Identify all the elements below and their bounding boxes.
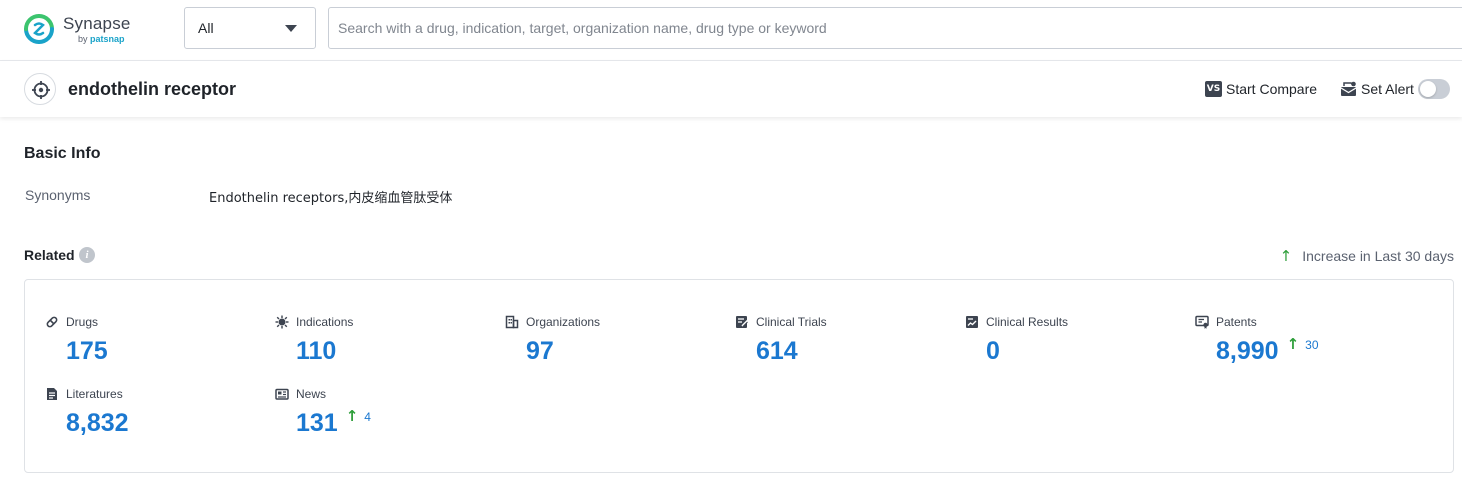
info-icon[interactable]: i: [79, 247, 95, 263]
patent-icon: [1195, 315, 1209, 329]
stat-patents-header[interactable]: Patents: [1195, 314, 1319, 330]
stat-patents: Patents 8,990 ↑ 30: [1195, 314, 1319, 366]
top-bar: Synapse by patsnap All: [0, 0, 1462, 61]
synonyms-label: Synonyms: [25, 187, 90, 203]
stat-news-value[interactable]: 131: [296, 408, 338, 438]
stat-organizations: Organizations 97: [505, 314, 600, 366]
stat-clinical-results-header[interactable]: Clinical Results: [965, 314, 1068, 330]
stat-drugs: Drugs 175: [45, 314, 108, 366]
stat-value-row: 0: [986, 336, 1068, 366]
stat-clinical-trials-header[interactable]: Clinical Trials: [735, 314, 827, 330]
stat-organizations-value[interactable]: 97: [526, 336, 554, 366]
search-type-value: All: [198, 20, 214, 36]
search-input[interactable]: [338, 8, 1438, 48]
clinical-trial-icon: [735, 315, 749, 329]
stat-label: Literatures: [66, 387, 123, 401]
stat-label: Clinical Trials: [756, 315, 827, 329]
alert-mail-icon: [1340, 81, 1357, 97]
stat-value-row: 8,832: [66, 408, 129, 438]
stat-drugs-value[interactable]: 175: [66, 336, 108, 366]
stat-indications-value[interactable]: 110: [296, 336, 336, 366]
title-bar: endothelin receptor VS Start Compare Set…: [0, 61, 1462, 117]
synonyms-value: Endothelin receptors,内皮缩血管肽受体: [209, 187, 452, 206]
search-type-select[interactable]: All: [184, 7, 316, 49]
virus-icon: [275, 315, 289, 329]
basic-info-heading: Basic Info: [24, 145, 100, 163]
stat-news: News 131 ↑ 4: [275, 386, 371, 438]
start-compare-label: Start Compare: [1226, 81, 1317, 97]
stat-literatures-value[interactable]: 8,832: [66, 408, 129, 438]
target-badge: [24, 73, 56, 105]
stat-label: Drugs: [66, 315, 98, 329]
crosshair-icon: [31, 80, 51, 100]
stat-patents-increase[interactable]: 30: [1305, 336, 1318, 354]
set-alert-label: Set Alert: [1361, 81, 1414, 97]
stat-value-row: 614: [756, 336, 827, 366]
stat-label: Organizations: [526, 315, 600, 329]
building-icon: [505, 315, 519, 329]
related-heading: Related: [24, 247, 75, 263]
start-compare-button[interactable]: VS Start Compare: [1205, 79, 1317, 99]
stat-value-row: 8,990 ↑ 30: [1216, 336, 1319, 366]
increase-arrow-icon: ↑: [1287, 335, 1300, 353]
clinical-result-icon: [965, 315, 979, 329]
stat-patents-value[interactable]: 8,990: [1216, 336, 1279, 366]
increase-arrow-icon: ↑: [1280, 247, 1293, 265]
brand-by-name: patsnap: [90, 34, 125, 44]
synapse-logo-icon: [23, 13, 55, 45]
search-box: [328, 7, 1462, 49]
stat-clinical-trials-value[interactable]: 614: [756, 336, 798, 366]
increase-arrow-icon: ↑: [346, 407, 359, 425]
brand-byline: by patsnap: [78, 34, 125, 44]
stat-indications: Indications 110: [275, 314, 353, 366]
document-icon: [45, 387, 59, 401]
brand-by-prefix: by: [78, 34, 88, 44]
synapse-logo[interactable]: Synapse by patsnap: [23, 13, 143, 47]
stat-literatures: Literatures 8,832: [45, 386, 129, 438]
stat-value-row: 110: [296, 336, 353, 366]
stat-literatures-header[interactable]: Literatures: [45, 386, 129, 402]
stat-news-increase[interactable]: 4: [364, 408, 371, 426]
stat-value-row: 97: [526, 336, 600, 366]
increase-legend: ↑ Increase in Last 30 days: [1280, 247, 1454, 265]
caret-down-icon: [285, 25, 297, 32]
stat-label: Indications: [296, 315, 353, 329]
news-icon: [275, 387, 289, 401]
pill-icon: [45, 315, 59, 329]
stat-organizations-header[interactable]: Organizations: [505, 314, 600, 330]
stat-label: Patents: [1216, 315, 1257, 329]
brand-name: Synapse: [63, 14, 131, 34]
stat-news-header[interactable]: News: [275, 386, 371, 402]
stat-clinical-results-value[interactable]: 0: [986, 336, 1000, 366]
stat-indications-header[interactable]: Indications: [275, 314, 353, 330]
toggle-knob: [1420, 81, 1436, 97]
increase-legend-label: Increase in Last 30 days: [1302, 248, 1454, 264]
stat-drugs-header[interactable]: Drugs: [45, 314, 108, 330]
stat-label: News: [296, 387, 326, 401]
versus-icon: VS: [1205, 81, 1222, 97]
set-alert-toggle[interactable]: [1418, 79, 1450, 99]
page-title: endothelin receptor: [68, 79, 236, 100]
stat-label: Clinical Results: [986, 315, 1068, 329]
stat-value-row: 131 ↑ 4: [296, 408, 371, 438]
stat-clinical-trials: Clinical Trials 614: [735, 314, 827, 366]
set-alert-button[interactable]: Set Alert: [1340, 79, 1414, 99]
stat-value-row: 175: [66, 336, 108, 366]
stat-clinical-results: Clinical Results 0: [965, 314, 1068, 366]
related-stats-panel: Drugs 175 Indications 110: [24, 279, 1454, 473]
